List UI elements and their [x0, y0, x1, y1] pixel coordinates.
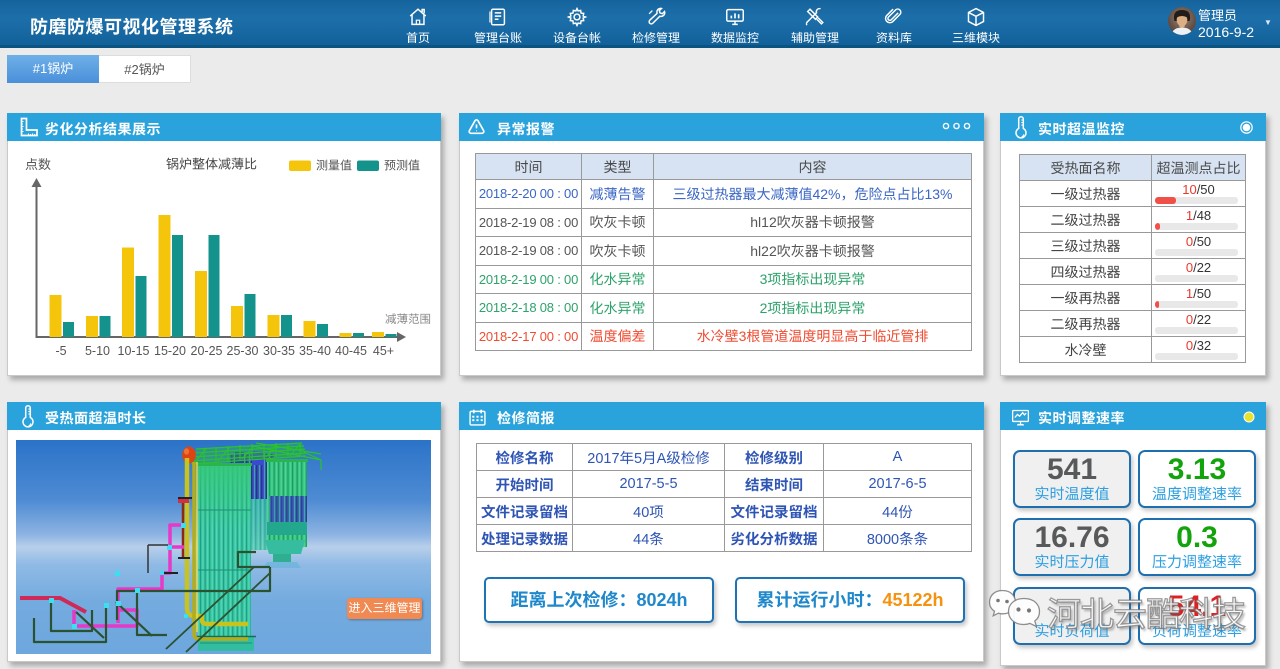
svg-text:减薄范围: 减薄范围 — [385, 313, 431, 326]
svg-text:20-25: 20-25 — [191, 344, 223, 358]
svg-text:15-20: 15-20 — [154, 344, 186, 358]
svg-text:预测值: 预测值 — [384, 159, 420, 173]
svg-text:-5: -5 — [55, 344, 66, 358]
svg-text:测量值: 测量值 — [316, 159, 352, 173]
svg-text:30-35: 30-35 — [263, 344, 295, 358]
svg-text:锅炉整体减薄比: 锅炉整体减薄比 — [166, 157, 257, 172]
svg-text:10-15: 10-15 — [118, 344, 150, 358]
svg-text:35-40: 35-40 — [299, 344, 331, 358]
svg-text:40-45: 40-45 — [335, 344, 367, 358]
svg-text:点数: 点数 — [25, 157, 51, 172]
svg-text:5-10: 5-10 — [85, 344, 110, 358]
svg-text:45+: 45+ — [373, 344, 394, 358]
svg-text:25-30: 25-30 — [227, 344, 259, 358]
